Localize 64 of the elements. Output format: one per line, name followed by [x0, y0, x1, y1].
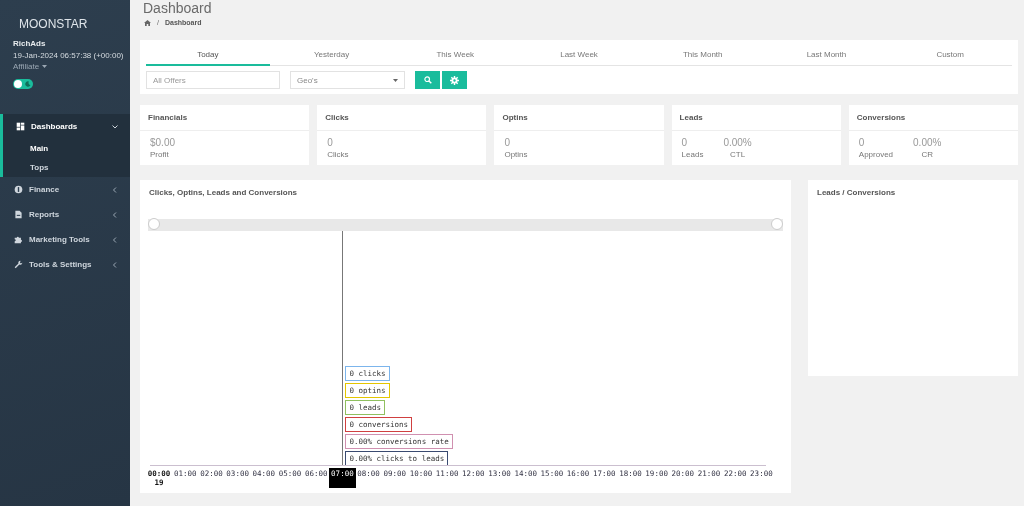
date-tab[interactable]: Last Week: [517, 44, 641, 66]
user-name: RichAds: [13, 39, 47, 48]
stat-label: Clicks: [327, 150, 349, 159]
chevron-down-icon: [112, 123, 118, 130]
card-title: Leads: [671, 105, 841, 131]
scroll-handle[interactable]: [148, 218, 160, 230]
sidebar-subitem[interactable]: Tops: [3, 158, 130, 177]
puzzle-icon: [14, 235, 23, 244]
stat-label: CR: [921, 150, 933, 159]
card-title: Conversions: [848, 105, 1018, 131]
brand-name: MOONSTAR: [18, 16, 89, 31]
date-tab[interactable]: Custom: [888, 44, 1013, 66]
date-tab[interactable]: This Week: [393, 44, 518, 66]
date-tab[interactable]: Yesterday: [269, 44, 394, 66]
sidebar-item[interactable]: Tools & Settings: [0, 252, 130, 277]
chevron-left-icon: [112, 186, 118, 193]
stat-value: 0: [858, 137, 865, 148]
card-title: Financials: [140, 105, 310, 131]
stat-value: 0: [681, 137, 688, 148]
date-tab[interactable]: Today: [146, 44, 270, 66]
role-dropdown[interactable]: Affiliate: [13, 62, 48, 71]
sidebar-item[interactable]: Reports: [0, 202, 130, 227]
geo-dropdown[interactable]: Geo's: [290, 71, 405, 89]
stat-value: 0: [504, 137, 510, 148]
caret-icon: [42, 65, 48, 68]
sidebar-item[interactable]: Finance: [0, 177, 130, 202]
date-tab[interactable]: Last Month: [764, 44, 889, 66]
search-icon: [423, 76, 432, 84]
stat-value: 0.00%: [723, 137, 752, 148]
stat-value: 0.00%: [913, 137, 942, 148]
card-title: Optins: [494, 105, 664, 131]
sidebar-item[interactable]: Marketing Tools: [0, 227, 130, 252]
coin-icon: [14, 185, 23, 194]
stat-value: 0: [327, 137, 333, 148]
stat-label: Leads: [681, 150, 704, 159]
chart-title: Clicks, Optins, Leads and Conversions: [148, 187, 299, 199]
home-icon[interactable]: [144, 19, 151, 26]
offers-field[interactable]: All Offers: [146, 71, 280, 89]
stat-label: Approved: [858, 150, 894, 159]
chevron-left-icon: [112, 261, 118, 268]
chevron-left-icon: [112, 236, 118, 243]
search-button[interactable]: [415, 71, 440, 89]
sidebar-item[interactable]: Dashboards: [0, 114, 130, 139]
wrench-icon: [14, 260, 23, 269]
dashboard-icon: [16, 122, 25, 131]
theme-toggle[interactable]: [13, 79, 33, 89]
date-time: 19-Jan-2024 06:57:38 (+00:00): [13, 51, 125, 60]
moon-icon: [25, 81, 31, 87]
chevron-left-icon: [112, 211, 118, 218]
caret-icon: [393, 78, 398, 82]
stat-label: CTL: [730, 150, 746, 159]
stat-label: Optins: [504, 150, 528, 159]
scroll-handle[interactable]: [771, 218, 783, 230]
navigator-scrollbar[interactable]: [148, 219, 783, 231]
stat-label: Profit: [150, 150, 169, 159]
page-title: Dashboard: [142, 0, 212, 16]
document-icon: [14, 210, 23, 219]
card-title: Clicks: [317, 105, 487, 131]
settings-button[interactable]: [442, 71, 467, 89]
panel-title: Leads / Conversions: [816, 187, 897, 199]
sidebar-subitem[interactable]: Main: [3, 139, 130, 158]
date-tab[interactable]: This Month: [640, 44, 765, 66]
stat-value: $0.00: [150, 137, 176, 148]
gear-icon: [450, 75, 459, 85]
